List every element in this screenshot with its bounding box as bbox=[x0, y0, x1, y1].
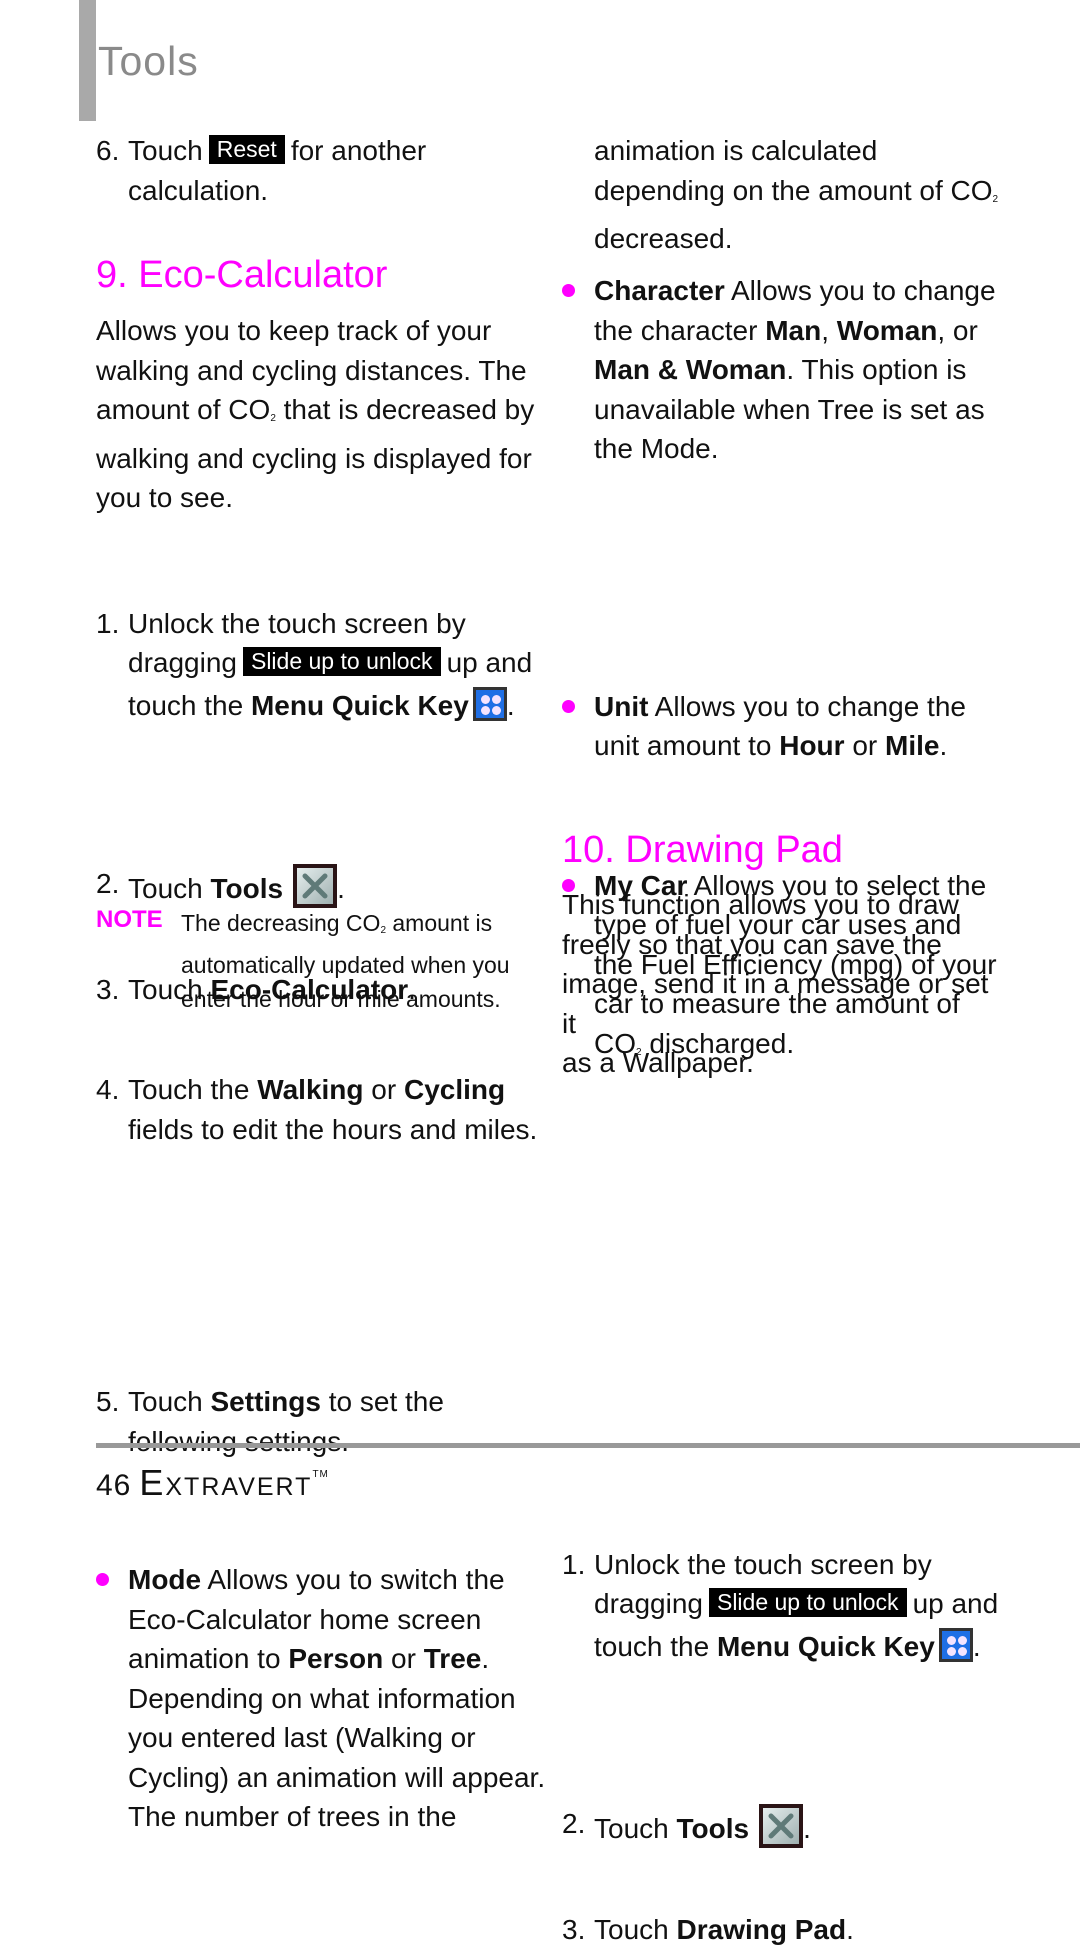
setting-character: Character Allows you to change the chara… bbox=[562, 271, 1034, 469]
eco-step-4: 4. Touch the Walking or Cycling fields t… bbox=[96, 1070, 568, 1149]
brand-name: Extravert bbox=[139, 1462, 312, 1503]
tools-icon bbox=[293, 864, 337, 908]
drawing-pad-intro: This function allows you to draw freely … bbox=[562, 885, 1002, 1083]
eco-step-1: 1. Unlock the touch screen by draggingSl… bbox=[96, 604, 568, 725]
eco-step-2: 2. Touch Tools. bbox=[96, 864, 568, 909]
bullet-icon bbox=[562, 284, 575, 297]
menu-quick-key-icon bbox=[939, 1628, 973, 1662]
setting-mode: Mode Allows you to switch the Eco-Calcul… bbox=[96, 1560, 568, 1837]
slide-up-to-unlock-badge: Slide up to unlock bbox=[243, 647, 441, 676]
eco-calculator-intro: Allows you to keep track of your walking… bbox=[96, 311, 536, 518]
reset-key-badge: Reset bbox=[209, 135, 285, 164]
tools-icon bbox=[759, 1804, 803, 1848]
bullet-icon bbox=[562, 700, 575, 713]
step-6: 6. TouchResetfor another calculation. bbox=[96, 131, 568, 210]
setting-unit: Unit Allows you to change the unit amoun… bbox=[562, 687, 1034, 766]
mode-continued: animation is calculated depending on the… bbox=[562, 131, 1034, 259]
page-number: 46 bbox=[96, 1469, 131, 1502]
bullet-icon bbox=[96, 1573, 109, 1586]
drawing-pad-heading: 10. Drawing Pad bbox=[562, 828, 1002, 872]
drawing-step-1: 1. Unlock the touch screen by draggingSl… bbox=[562, 1545, 1034, 1666]
left-column: 6. TouchResetfor another calculation. 9.… bbox=[96, 0, 536, 719]
eco-step-5: 5. Touch Settings to set the following s… bbox=[96, 1382, 568, 1461]
footer: 46ExtravertTM bbox=[96, 1462, 329, 1504]
footer-rule bbox=[96, 1443, 1080, 1448]
note-label: NOTE bbox=[96, 906, 163, 934]
note-box: NOTE The decreasing CO2 amount is automa… bbox=[96, 906, 536, 1006]
eco-calculator-heading: 9. Eco-Calculator bbox=[96, 253, 536, 297]
trademark: TM bbox=[312, 1469, 328, 1480]
header-side-bar bbox=[79, 0, 96, 121]
right-column: animation is calculated depending on the… bbox=[562, 0, 1002, 688]
drawing-step-2: 2. Touch Tools. bbox=[562, 1804, 1034, 1849]
slide-up-to-unlock-badge: Slide up to unlock bbox=[709, 1588, 907, 1617]
menu-quick-key-icon bbox=[473, 687, 507, 721]
drawing-step-3: 3. Touch Drawing Pad. bbox=[562, 1910, 1034, 1949]
